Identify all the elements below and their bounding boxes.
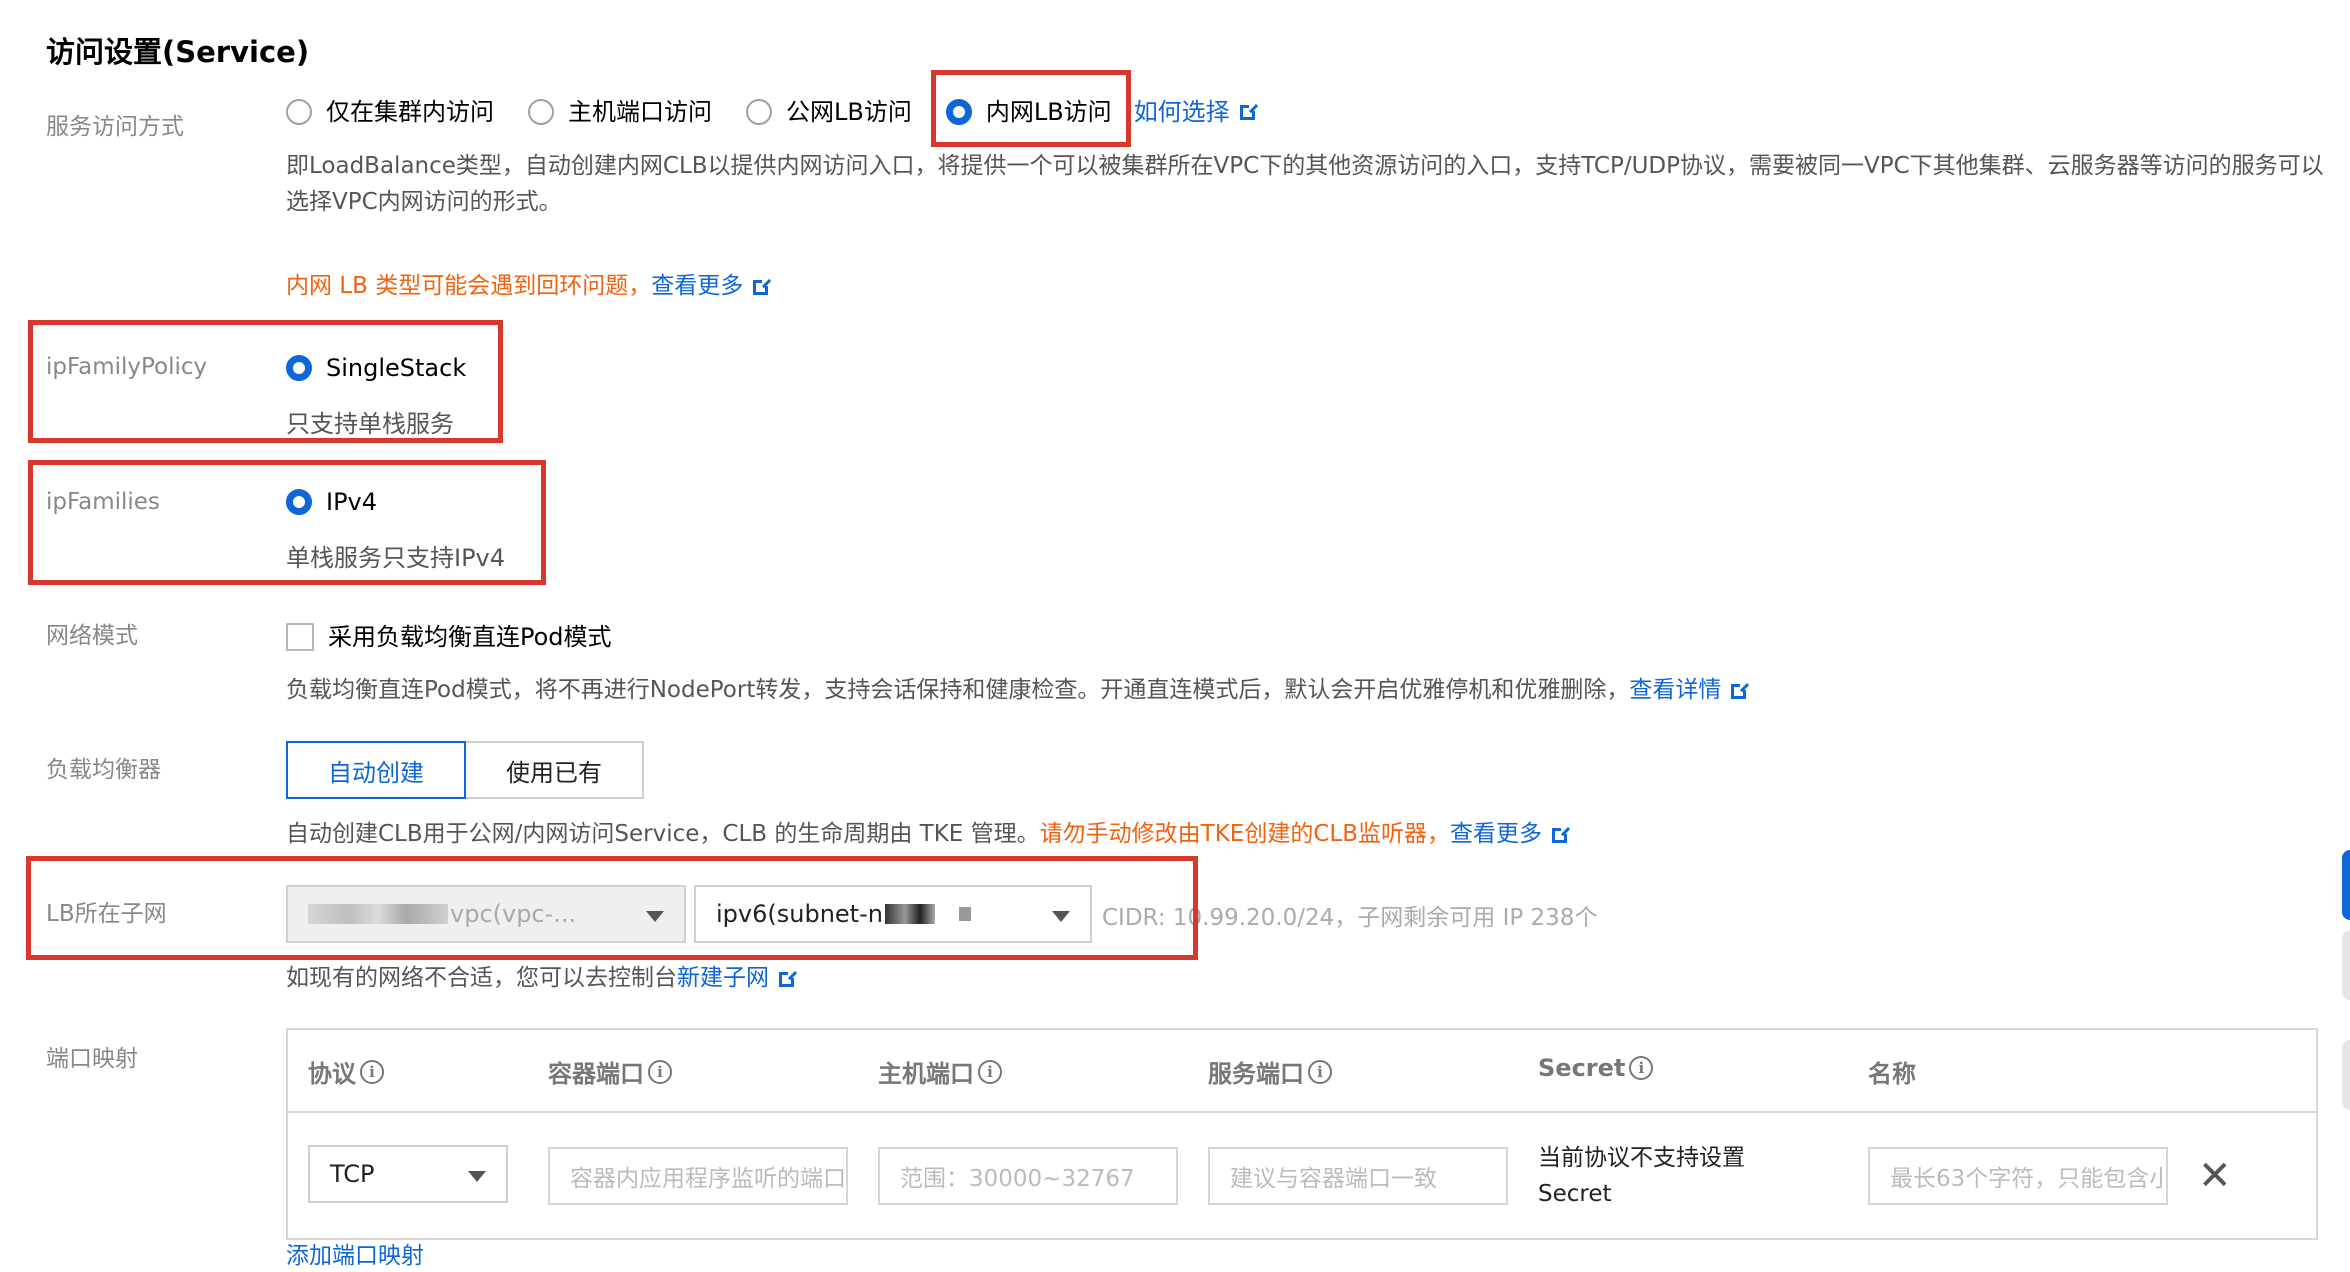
container-port-input[interactable]: 容器内应用程序监听的端口 [548, 1147, 848, 1205]
column-service-port: 服务端口 i [1208, 1054, 1332, 1089]
info-icon[interactable]: i [1629, 1056, 1654, 1080]
radio-ipv4[interactable]: IPv4 [286, 486, 411, 518]
network-mode-label: 网络模式 [46, 623, 138, 649]
radio-cluster-internal[interactable]: 仅在集群内访问 [286, 96, 494, 128]
load-balancer-description: 自动创建CLB用于公网/内网访问Service，CLB 的生命周期由 TKE 管… [286, 818, 1570, 850]
radio-icon [286, 99, 312, 125]
column-name: 名称 [1868, 1060, 1916, 1088]
port-mapping-table: 协议 i 容器端口 i 主机端口 i 服务端口 i Secret i 名称 TCP 容器内… [286, 1028, 2318, 1240]
section-title: 访问设置(Service) [46, 35, 310, 69]
ip-family-policy-label: ipFamilyPolicy [46, 354, 208, 380]
ip-family-policy-hint: 只支持单栈服务 [286, 410, 454, 438]
load-balancer-segmented-control: 自动创建 使用已有 [286, 741, 644, 799]
port-mapping-header: 协议 i 容器端口 i 主机端口 i 服务端口 i Secret i 名称 [288, 1030, 2316, 1113]
highlight-box-internal-lb [931, 70, 1131, 147]
clb-warning: 请勿手动修改由TKE创建的CLB监听器， [1039, 821, 1450, 847]
service-port-input[interactable]: 建议与容器端口一致 [1208, 1147, 1508, 1205]
external-link-icon [753, 277, 772, 295]
column-container-port: 容器端口 i [548, 1054, 672, 1089]
ip-families-hint: 单栈服务只支持IPv4 [286, 544, 506, 572]
external-link-icon [1239, 101, 1258, 120]
host-port-input[interactable]: 范围：30000~32767 [878, 1147, 1178, 1205]
loopback-warning: 内网 LB 类型可能会遇到回环问题，查看更多 [286, 270, 772, 302]
radio-single-stack[interactable]: SingleStack [286, 352, 500, 384]
radio-selected-icon [286, 355, 312, 381]
checkbox-icon [286, 623, 314, 651]
info-icon[interactable]: i [1308, 1059, 1332, 1084]
ip-families-label: ipFamilies [46, 489, 160, 515]
column-protocol: 协议 i [308, 1054, 384, 1089]
radio-host-port[interactable]: 主机端口访问 [528, 96, 712, 128]
radio-icon [746, 99, 772, 125]
network-mode-description: 负载均衡直连Pod模式，将不再进行NodePort转发，支持会话保持和健康检查。… [286, 674, 1750, 706]
clb-more-link[interactable]: 查看更多 [1450, 821, 1570, 847]
loopback-more-link[interactable]: 查看更多 [651, 273, 772, 299]
service-access-description: 即LoadBalance类型，自动创建内网CLB以提供内网访问入口，将提供一个可… [286, 153, 2324, 215]
lb-auto-create-option[interactable]: 自动创建 [286, 741, 466, 799]
add-port-mapping-link[interactable]: 添加端口映射 [286, 1240, 424, 1272]
port-mapping-label: 端口映射 [46, 1046, 138, 1072]
external-link-icon [1551, 825, 1570, 843]
info-icon[interactable]: i [360, 1059, 384, 1084]
column-host-port: 主机端口 i [878, 1054, 1002, 1089]
column-secret: Secret i [1538, 1054, 1654, 1082]
edge-floating-button[interactable] [2342, 1040, 2350, 1110]
radio-public-lb[interactable]: 公网LB访问 [746, 96, 912, 128]
service-access-label: 服务访问方式 [46, 114, 184, 140]
info-icon[interactable]: i [978, 1059, 1002, 1084]
lb-subnet-hint: 如现有的网络不合适，您可以去控制台新建子网 [286, 962, 797, 994]
edge-floating-button[interactable] [2342, 930, 2350, 1000]
external-link-icon [1731, 681, 1750, 699]
secret-unsupported-text: 当前协议不支持设置 Secret [1538, 1145, 1745, 1207]
name-input[interactable]: 最长63个字符，只能包含小写字母、数字及分隔符 [1868, 1147, 2168, 1205]
radio-selected-icon [286, 489, 312, 515]
lb-use-existing-option[interactable]: 使用已有 [466, 741, 644, 799]
external-link-icon [779, 969, 797, 987]
load-balancer-label: 负载均衡器 [46, 757, 161, 783]
close-icon[interactable]: ✕ [2198, 1156, 2232, 1196]
create-subnet-link[interactable]: 新建子网 [677, 965, 797, 991]
protocol-select[interactable]: TCP [308, 1145, 508, 1203]
how-to-choose-link[interactable]: 如何选择 [1134, 96, 1258, 128]
radio-icon [528, 99, 554, 125]
info-icon[interactable]: i [648, 1059, 672, 1084]
highlight-box-lb-subnet [26, 856, 1198, 960]
network-mode-details-link[interactable]: 查看详情 [1629, 677, 1750, 703]
chevron-down-icon [468, 1171, 486, 1182]
edge-floating-button[interactable] [2342, 850, 2350, 920]
direct-pod-checkbox[interactable]: 采用负载均衡直连Pod模式 [286, 621, 646, 653]
